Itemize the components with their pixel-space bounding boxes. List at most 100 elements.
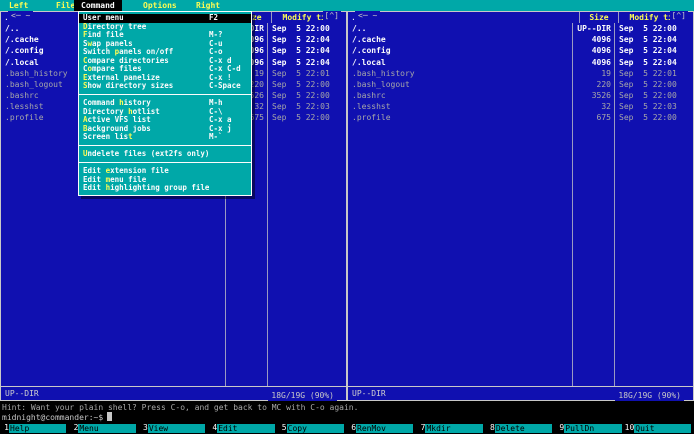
file-mtime: Sep 5 22:04 [267, 56, 346, 68]
menu-item-hotkey: E [83, 73, 88, 82]
left-panel-freespace: 18G/19G (90%) [268, 391, 337, 401]
fkey-number: 3 [138, 423, 148, 434]
fkey-edit[interactable]: 4 Edit [208, 423, 277, 434]
fkey-number: 2 [69, 423, 79, 434]
menu-item-screen-list[interactable]: Screen list M-` [79, 132, 251, 142]
file-mtime: Sep 5 22:04 [267, 34, 346, 46]
file-row-cache[interactable]: /.cache 4096 Sep 5 22:04 [348, 34, 693, 46]
column-header-size[interactable]: Size [579, 12, 618, 24]
menu-item-hotkey: e [105, 167, 111, 175]
menu-item-background-jobs[interactable]: Background jobs C-x j [79, 124, 251, 134]
file-size: 4096 [572, 34, 614, 46]
fkey-mkdir[interactable]: 7 Mkdir [416, 423, 485, 434]
file-name: /.config [352, 46, 391, 56]
prompt-text: midnight@commander:~$ [2, 413, 104, 422]
fkey-view[interactable]: 3 View [138, 423, 208, 434]
right-panel-scroll-up-marker[interactable]: [^] [669, 11, 688, 21]
fkey-quit[interactable]: 10 Quit [624, 423, 694, 434]
fkey-label: Mkdir [425, 424, 483, 433]
fkey-delete[interactable]: 8 Delete [485, 423, 555, 434]
file-mtime: Sep 5 22:01 [614, 67, 693, 79]
file-name: /.local [352, 57, 386, 67]
menu-item-label: External panelize [83, 73, 160, 82]
menu-item-user-menu[interactable]: User menu F2 [79, 13, 251, 23]
menu-item-show-directory-sizes[interactable]: Show directory sizes C-Space [79, 81, 251, 91]
menu-item-label: Show directory sizes [83, 82, 174, 90]
menu-item-label: Switch panels on/off [83, 48, 174, 56]
fkey-number: 6 [347, 423, 357, 434]
fkey-label: RenMov [356, 424, 414, 433]
left-panel-scroll-up-marker[interactable]: [^] [322, 11, 341, 21]
file-size: 19 [572, 67, 614, 79]
file-row-profile[interactable]: .profile 675 Sep 5 22:00 [348, 112, 693, 124]
fkey-copy[interactable]: 5 Copy [277, 423, 347, 434]
fkey-renmov[interactable]: 6 RenMov [347, 423, 416, 434]
file-row-bash-history[interactable]: .bash_history 19 Sep 5 22:01 [348, 67, 693, 79]
menu-item-undelete-files-ext2fs-only[interactable]: Undelete files (ext2fs only) [79, 150, 251, 159]
menu-item-hotkey: A [83, 116, 88, 124]
menu-item-hotkey: U [83, 150, 88, 158]
menubar-item-options[interactable]: Options [136, 0, 184, 11]
menu-item-label: Swap panels [83, 39, 133, 48]
file-row-lesshst[interactable]: .lesshst 32 Sep 5 22:03 [348, 101, 693, 113]
file-size: 220 [572, 78, 614, 90]
text-cursor [107, 412, 113, 421]
menu-item-label: Edit highlighting group file [83, 184, 209, 192]
menu-item-edit-highlighting-group-file[interactable]: Edit highlighting group file [79, 184, 251, 193]
menubar-item-right[interactable]: Right [189, 0, 227, 11]
file-mtime: Sep 5 22:03 [267, 101, 346, 113]
menu-item-label: Undelete files (ext2fs only) [83, 150, 209, 158]
menu-item-hotkey: o [87, 65, 93, 73]
fkey-number: 7 [416, 423, 426, 434]
fkey-label: PullDn [564, 424, 622, 433]
menu-item-swap-panels[interactable]: Swap panels C-u [79, 39, 251, 49]
fkey-help[interactable]: 1 Help [0, 423, 69, 434]
fkey-menu[interactable]: 2 Menu [69, 423, 138, 434]
menu-item-label: Background jobs [83, 124, 151, 133]
menu-item-label: Command history [83, 99, 151, 107]
menu-item-hotkey: C [83, 56, 88, 65]
menu-item-shortcut [209, 167, 247, 176]
file-name: .bash_logout [352, 79, 410, 89]
menu-item-command-history[interactable]: Command history M-h [79, 98, 251, 108]
menubar-item-command[interactable]: Command [74, 0, 122, 11]
filler-time-col [267, 123, 346, 386]
menu-item-edit-extension-file[interactable]: Edit extension file [79, 167, 251, 176]
fkey-number: 10 [624, 423, 635, 434]
file-row-bash-logout[interactable]: .bash_logout 220 Sep 5 22:00 [348, 78, 693, 90]
fkey-label: Copy [286, 424, 345, 433]
file-mtime: Sep 5 22:03 [614, 101, 693, 113]
file-mtime: Sep 5 22:04 [614, 45, 693, 57]
menubar-item-left[interactable]: Left [2, 0, 35, 11]
menu-item-directory-tree[interactable]: Directory tree [79, 23, 251, 32]
menu-item-label: Edit extension file [83, 167, 169, 175]
file-name: /.cache [352, 35, 386, 45]
file-row-local[interactable]: /.local 4096 Sep 5 22:04 [348, 56, 693, 68]
menu-item-hotkey: S [83, 82, 88, 90]
file-mtime: Sep 5 22:00 [614, 23, 693, 35]
fkey-pulldn[interactable]: 9 PullDn [555, 423, 624, 434]
menu-separator [79, 91, 251, 100]
fkey-number: 1 [0, 423, 9, 434]
function-key-bar: 1 Help 2 Menu 3 View 4 Edit 5 Copy 6 RenMov 7 Mkdir 8 D… [0, 423, 694, 434]
file-mtime: Sep 5 22:04 [614, 34, 693, 46]
menu-item-hotkey: B [83, 124, 88, 133]
right-panel-freespace: 18G/19G (90%) [615, 391, 684, 401]
right-panel-body: .n Name Size Modify time /..UP--DIRSep 5… [348, 12, 693, 400]
file-row-[interactable]: /.. UP--DIRSep 5 22:00 [348, 23, 693, 35]
right-panel-column-headers: .n Name Size Modify time [348, 12, 693, 24]
file-row-config[interactable]: /.config 4096 Sep 5 22:04 [348, 45, 693, 57]
panel-filler [348, 123, 693, 386]
shell-prompt[interactable]: midnight@commander:~$ [0, 412, 694, 423]
menu-item-find-file[interactable]: Find file M-? [79, 30, 251, 40]
menu-item-edit-menu-file[interactable]: Edit menu file [79, 176, 251, 185]
file-row-bashrc[interactable]: .bashrc 3526 Sep 5 22:00 [348, 89, 693, 102]
column-header-name-cell[interactable]: .n Name [348, 12, 579, 23]
file-size: 3526 [572, 89, 614, 102]
file-size: 4096 [572, 56, 614, 68]
menu-item-hotkey: h [105, 184, 111, 192]
fkey-number: 5 [277, 423, 287, 434]
left-panel-path: <─ ~ [8, 11, 34, 21]
filler-size-col [572, 123, 614, 386]
file-name: .bash_history [352, 68, 415, 78]
